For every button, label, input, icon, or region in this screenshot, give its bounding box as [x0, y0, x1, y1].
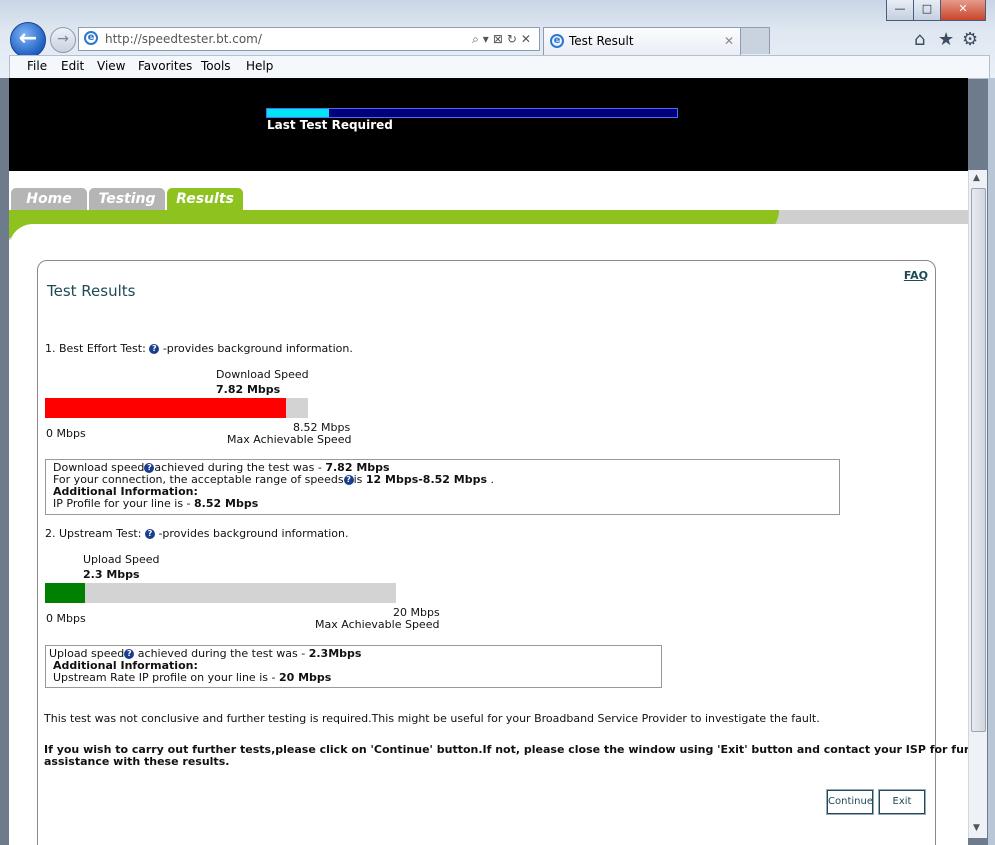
- upstream-profile-value: 20 Mbps: [278, 671, 332, 684]
- browser-chrome: — □ ✕ ← → e http://speedtester.bt.com/ ⌕…: [0, 0, 995, 79]
- back-button[interactable]: ←: [10, 22, 46, 58]
- instruction-text-2: assistance with these results.: [44, 755, 230, 768]
- continue-button[interactable]: Continue: [827, 790, 873, 814]
- download-info-text: IP Profile for your line is -: [53, 497, 195, 510]
- upload-min-label: 0 Mbps: [46, 612, 86, 625]
- tab-title: Test Result: [569, 34, 634, 48]
- menu-tools[interactable]: Tools: [201, 56, 231, 77]
- download-max-label: Max Achievable Speed: [227, 433, 352, 446]
- upstream-heading-text: 2. Upstream Test:: [45, 527, 142, 540]
- favorites-star-icon[interactable]: ★: [938, 29, 954, 50]
- upload-info-line3: Upstream Rate IP profile on your line is…: [49, 672, 661, 684]
- new-tab-button[interactable]: [740, 27, 770, 54]
- browser-tab[interactable]: e Test Result ✕: [543, 27, 741, 55]
- address-bar[interactable]: e http://speedtester.bt.com/ ⌕▾⊠↻✕: [78, 27, 540, 51]
- upload-speed-label: Upload Speed: [83, 553, 160, 566]
- scroll-thumb[interactable]: [971, 188, 986, 732]
- arrow-left-icon: ←: [18, 26, 38, 51]
- upload-info-box: Upload speed? achieved during the test w…: [45, 645, 662, 688]
- minimize-button[interactable]: —: [886, 0, 914, 21]
- nav-underline-band: [9, 210, 968, 248]
- menu-edit[interactable]: Edit: [61, 56, 84, 77]
- best-effort-heading: 1. Best Effort Test: ? -provides backgro…: [45, 342, 353, 355]
- download-speed-fill: [45, 398, 287, 418]
- download-info-text: is: [353, 473, 366, 486]
- download-speed-bar: [45, 398, 308, 418]
- menu-help[interactable]: Help: [246, 56, 273, 77]
- page-title: Test Results: [47, 282, 136, 300]
- ip-profile-value: 8.52 Mbps: [194, 497, 259, 510]
- url-text[interactable]: http://speedtester.bt.com/: [105, 28, 262, 50]
- close-tab-icon[interactable]: ✕: [724, 28, 734, 54]
- upstream-heading: 2. Upstream Test: ? -provides background…: [45, 527, 349, 540]
- exit-button[interactable]: Exit: [879, 790, 925, 814]
- upload-info-text: Upstream Rate IP profile on your line is…: [53, 671, 279, 684]
- faq-link[interactable]: FAQ: [904, 269, 928, 282]
- best-effort-heading-suffix: -provides background information.: [162, 342, 353, 355]
- window-frame: [988, 78, 995, 845]
- menu-view[interactable]: View: [97, 56, 125, 77]
- scroll-up-icon[interactable]: ▲: [973, 173, 980, 183]
- download-speed-value: 7.82 Mbps: [216, 383, 281, 396]
- help-icon[interactable]: ?: [144, 529, 155, 539]
- tab-results[interactable]: Results: [167, 188, 243, 210]
- maximize-button[interactable]: □: [913, 0, 941, 21]
- download-info-line4: IP Profile for your line is - 8.52 Mbps: [53, 498, 839, 510]
- download-speed-label: Download Speed: [216, 368, 309, 381]
- upload-speed-fill: [45, 583, 86, 603]
- upload-speed-bar: [45, 583, 396, 603]
- page-viewport: Last Test Required Home Testing Results …: [9, 78, 968, 845]
- upstream-heading-suffix: -provides background information.: [158, 527, 349, 540]
- help-icon[interactable]: ?: [149, 344, 160, 354]
- menu-file[interactable]: File: [27, 56, 47, 77]
- test-progress-status: Last Test Required: [267, 118, 393, 132]
- acceptable-range-value: 12 Mbps-8.52 Mbps: [365, 473, 488, 486]
- results-panel: Test Results FAQ 1. Best Effort Test: ? …: [37, 260, 968, 845]
- test-progress-bar: [266, 108, 678, 118]
- tab-home[interactable]: Home: [11, 188, 87, 210]
- scroll-down-icon[interactable]: ▼: [973, 823, 980, 833]
- ie-logo-icon: e: [84, 31, 98, 45]
- best-effort-heading-text: 1. Best Effort Test:: [45, 342, 146, 355]
- menu-bar: File Edit View Favorites Tools Help: [9, 55, 990, 79]
- nav-tabs: Home Testing Results: [9, 188, 968, 210]
- download-info-box: Download speed? achieved during the test …: [45, 459, 840, 515]
- upload-speed-value: 2.3 Mbps: [83, 568, 140, 581]
- menu-favorites[interactable]: Favorites: [138, 56, 192, 77]
- help-icon[interactable]: ?: [343, 475, 354, 485]
- upload-info-value: 2.3Mbps: [308, 647, 362, 660]
- ie-logo-icon: e: [550, 34, 564, 48]
- gear-icon[interactable]: ⚙: [962, 29, 978, 50]
- address-tools-icons[interactable]: ⌕▾⊠↻✕: [472, 28, 535, 50]
- close-window-button[interactable]: ✕: [940, 0, 986, 21]
- arrow-right-icon: →: [57, 31, 69, 47]
- forward-button[interactable]: →: [50, 27, 76, 53]
- help-icon[interactable]: ?: [124, 649, 135, 659]
- upload-max-label: Max Achievable Speed: [315, 618, 440, 631]
- help-icon[interactable]: ?: [144, 463, 155, 473]
- header-banner: Last Test Required: [9, 78, 968, 171]
- download-min-label: 0 Mbps: [46, 427, 86, 440]
- download-info-text: .: [487, 473, 495, 486]
- home-icon[interactable]: ⌂: [914, 29, 925, 50]
- tab-testing[interactable]: Testing: [89, 188, 165, 210]
- test-progress-fill: [267, 109, 329, 117]
- conclusion-text: This test was not conclusive and further…: [44, 712, 820, 725]
- page-scrollbar[interactable]: ▲ ▼: [968, 170, 987, 838]
